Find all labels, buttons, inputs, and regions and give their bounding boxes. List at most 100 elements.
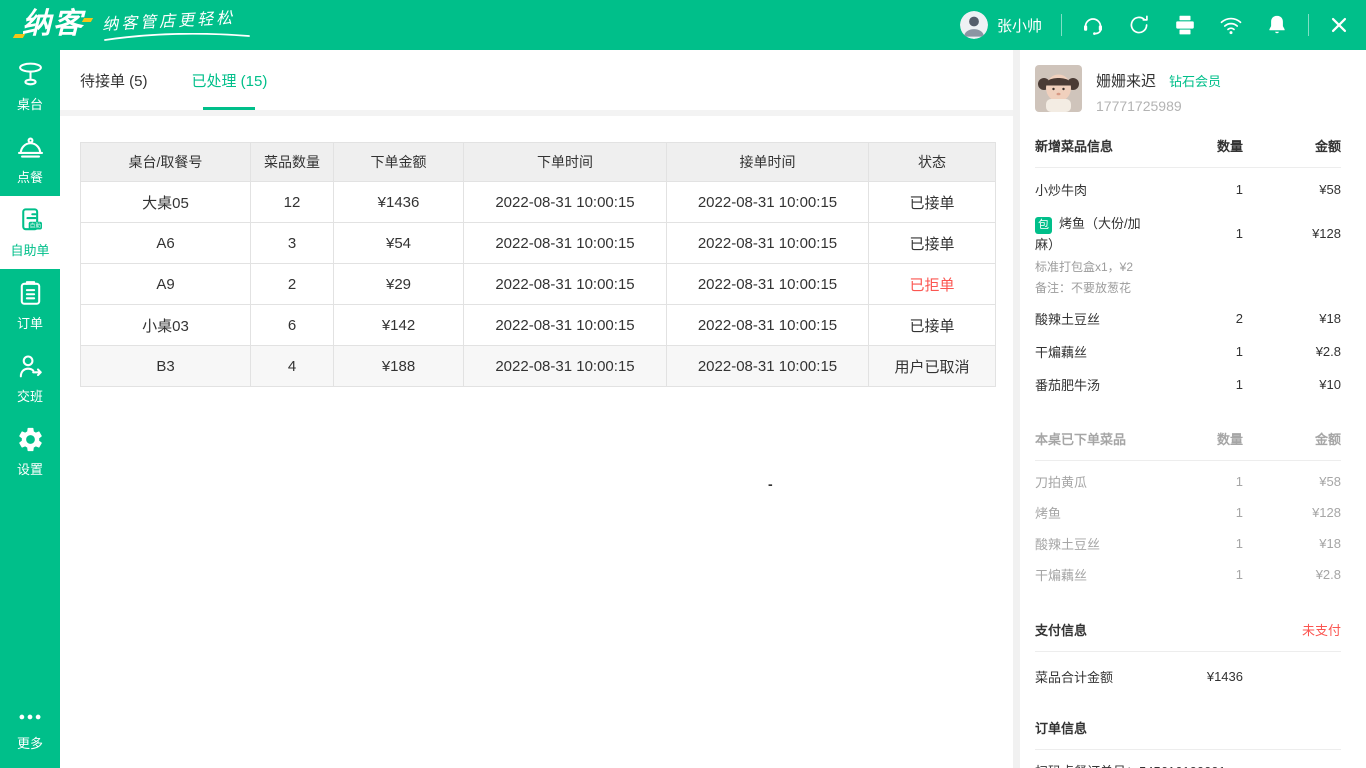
table-row[interactable]: 大桌0512¥14362022-08-31 10:00:152022-08-31… [81, 182, 996, 223]
slogan-underline [102, 33, 252, 42]
dish-amount: ¥128 [1243, 226, 1341, 241]
dish-name: 刀拍黄瓜 [1035, 472, 1143, 491]
orders-table-header-row: 桌台/取餐号菜品数量下单金额下单时间接单时间状态 [81, 143, 996, 182]
sidebar-items: 桌台点餐自助自助单订单交班设置 [0, 50, 60, 488]
sidebar-item-label: 桌台 [17, 94, 43, 113]
dish-name: 酸辣土豆丝 [1035, 534, 1143, 553]
qty-column-header: 数量 [1143, 136, 1243, 155]
dish-name: 烤鱼 [1035, 503, 1143, 522]
customer-service-icon[interactable] [1081, 13, 1105, 37]
orders-table: 桌台/取餐号菜品数量下单金额下单时间接单时间状态 大桌0512¥14362022… [80, 142, 996, 387]
order-info-header: 订单信息 [1035, 706, 1341, 750]
cell-dish-count: 6 [251, 305, 334, 346]
brand-slogan: 纳客管店更轻松 [102, 7, 252, 45]
user-menu[interactable]: 张小帅 [960, 11, 1042, 39]
sidebar-item-orders[interactable]: 订单 [0, 269, 60, 342]
dish-amount: ¥58 [1243, 182, 1341, 197]
cell-table-no: B3 [81, 346, 251, 387]
selfservice-icon: 自助 [16, 206, 45, 235]
tab-label: 待接单 (5) [80, 70, 148, 91]
cell-dish-count: 2 [251, 264, 334, 305]
tab-label: 已处理 (15) [192, 70, 268, 91]
payment-total-label: 菜品合计金额 [1035, 667, 1143, 686]
svg-text:自助: 自助 [29, 222, 41, 230]
dish-qty: 1 [1143, 344, 1243, 359]
column-header: 菜品数量 [251, 143, 334, 182]
dish-item: 番茄肥牛汤1¥10 [1035, 368, 1341, 401]
sidebar-item-selfservice[interactable]: 自助自助单 [0, 196, 60, 269]
sidebar-item-ordering[interactable]: 点餐 [0, 123, 60, 196]
printer-icon[interactable] [1173, 13, 1197, 37]
close-icon[interactable] [1328, 14, 1350, 36]
header-actions: 张小帅 [960, 11, 1350, 39]
sidebar-item-shift[interactable]: 交班 [0, 342, 60, 415]
tab-pending[interactable]: 待接单 (5) [80, 50, 148, 110]
dish-note: 备注：不要放葱花 [1035, 279, 1341, 298]
ordered-dishes-list: 刀拍黄瓜1¥58烤鱼1¥128酸辣土豆丝1¥18干煸藕丝1¥2.8 [1035, 461, 1341, 590]
dish-amount: ¥10 [1243, 377, 1341, 392]
active-tab-underline [203, 107, 255, 110]
shift-icon [16, 352, 45, 381]
more-dots-icon [17, 704, 43, 730]
header-divider [1308, 14, 1309, 36]
ordered-dishes-header: 本桌已下单菜品 数量 金额 [1035, 417, 1341, 461]
table-row[interactable]: B34¥1882022-08-31 10:00:152022-08-31 10:… [81, 346, 996, 387]
slogan-text: 纳客管店更轻松 [101, 3, 252, 35]
dish-qty: 2 [1143, 311, 1243, 326]
table-row[interactable]: A92¥292022-08-31 10:00:152022-08-31 10:0… [81, 264, 996, 305]
sidebar-item-settings[interactable]: 设置 [0, 415, 60, 488]
dish-amount: ¥58 [1243, 474, 1341, 489]
wifi-icon[interactable] [1219, 13, 1243, 37]
dish-qty: 1 [1143, 226, 1243, 241]
order-icon [16, 279, 45, 308]
dish-item: 刀拍黄瓜1¥58 [1035, 466, 1341, 497]
cell-status: 已拒单 [869, 264, 996, 305]
dish-qty: 1 [1143, 505, 1243, 520]
app-logo: 纳客 [12, 6, 90, 45]
section-title: 订单信息 [1035, 721, 1087, 736]
cell-accept-time: 2022-08-31 10:00:15 [667, 182, 869, 223]
cell-dish-count: 3 [251, 223, 334, 264]
cell-amount: ¥54 [334, 223, 464, 264]
cell-amount: ¥188 [334, 346, 464, 387]
payment-status: 未支付 [1302, 620, 1341, 639]
header-icons [1081, 13, 1289, 37]
tab-processed[interactable]: 已处理 (15) [192, 50, 268, 110]
member-phone: 17771725989 [1096, 98, 1221, 114]
dish-amount: ¥18 [1243, 311, 1341, 326]
dish-item: 包烤鱼（大份/加麻）1¥128 [1035, 206, 1341, 260]
sync-icon[interactable] [1127, 13, 1151, 37]
sidebar-item-label: 自助单 [10, 240, 49, 259]
sidebar-item-tables[interactable]: 桌台 [0, 50, 60, 123]
dish-item: 干煸藕丝1¥2.8 [1035, 559, 1341, 590]
sidebar-item-label: 订单 [17, 313, 43, 332]
takeout-badge: 包 [1035, 217, 1052, 234]
pagination-dash: - [768, 476, 773, 492]
bell-icon[interactable] [1265, 13, 1289, 37]
column-header: 接单时间 [667, 143, 869, 182]
dish-qty: 1 [1143, 536, 1243, 551]
amount-column-header: 金额 [1243, 429, 1341, 448]
dish-item: 干煸藕丝1¥2.8 [1035, 335, 1341, 368]
cell-accept-time: 2022-08-31 10:00:15 [667, 346, 869, 387]
cell-table-no: 小桌03 [81, 305, 251, 346]
member-name: 姗姗来迟 [1096, 70, 1156, 91]
table-row[interactable]: A63¥542022-08-31 10:00:152022-08-31 10:0… [81, 223, 996, 264]
sidebar-nav: 桌台点餐自助自助单订单交班设置 更多 [0, 50, 60, 768]
dish-name: 酸辣土豆丝 [1035, 309, 1143, 328]
panel-divider [1013, 50, 1020, 768]
sidebar-item-label: 交班 [17, 386, 43, 405]
dish-item: 烤鱼1¥128 [1035, 497, 1341, 528]
dish-name: 小炒牛肉 [1035, 180, 1143, 199]
dish-item: 小炒牛肉1¥58 [1035, 173, 1341, 206]
table-row[interactable]: 小桌036¥1422022-08-31 10:00:152022-08-31 1… [81, 305, 996, 346]
section-title: 新增菜品信息 [1035, 136, 1143, 155]
dish-amount: ¥2.8 [1243, 567, 1341, 582]
section-title: 支付信息 [1035, 620, 1087, 639]
sidebar-item-more[interactable]: 更多 [0, 698, 60, 758]
logo-accent [13, 34, 25, 38]
cell-amount: ¥29 [334, 264, 464, 305]
new-dishes-list: 小炒牛肉1¥58包烤鱼（大份/加麻）1¥128标准打包盒x1，¥2备注：不要放葱… [1035, 168, 1341, 401]
cell-status: 用户已取消 [869, 346, 996, 387]
cell-order-time: 2022-08-31 10:00:15 [464, 223, 667, 264]
